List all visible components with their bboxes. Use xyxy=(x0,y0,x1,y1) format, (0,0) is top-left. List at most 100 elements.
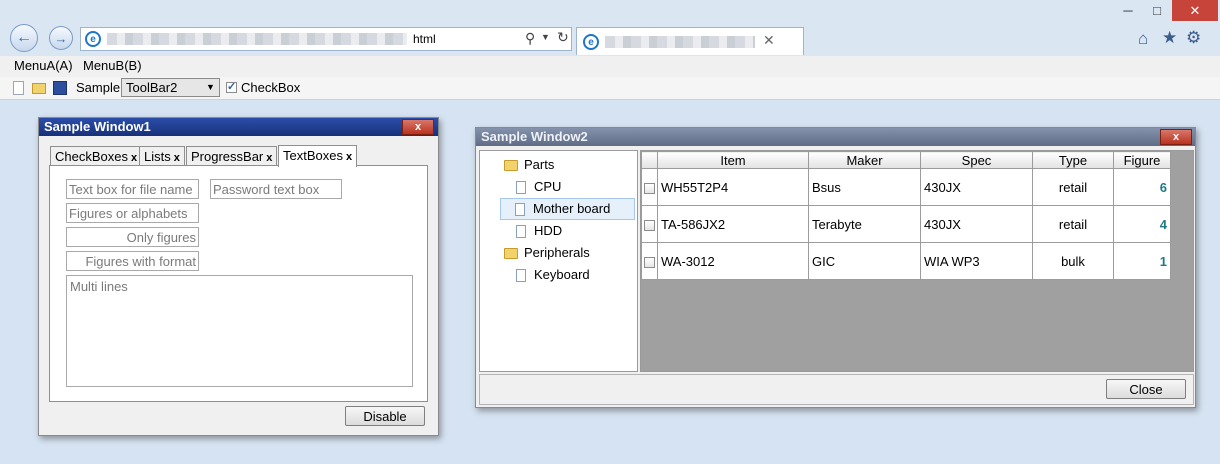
cell-figure[interactable]: 4 xyxy=(1113,205,1171,243)
document-icon xyxy=(516,180,526,194)
folder-icon xyxy=(504,247,518,259)
grid-header-maker[interactable]: Maker xyxy=(808,151,921,169)
document-icon xyxy=(515,202,525,216)
cell-type[interactable]: retail xyxy=(1032,205,1114,243)
formatted-figures-input[interactable] xyxy=(66,251,199,271)
close-button-label: Close xyxy=(1129,381,1163,397)
cell-figure[interactable]: 1 xyxy=(1113,242,1171,280)
grid-header-type[interactable]: Type xyxy=(1032,151,1114,169)
search-icon[interactable]: ⚲ xyxy=(525,30,535,47)
grid-header-figure[interactable]: Figure xyxy=(1113,151,1171,169)
password-input[interactable] xyxy=(210,179,342,199)
cell-figure[interactable]: 6 xyxy=(1113,168,1171,206)
forward-arrow-icon[interactable]: → xyxy=(49,26,73,50)
menu-a[interactable]: MenuA(A) xyxy=(14,58,73,73)
folder-icon xyxy=(504,159,518,171)
row-checkbox[interactable] xyxy=(644,256,655,268)
close-button[interactable]: Close xyxy=(1106,379,1186,399)
cell-item[interactable]: WA-3012 xyxy=(657,242,809,280)
window2-footer: Close xyxy=(479,374,1194,405)
tree-item-label: Mother board xyxy=(533,201,611,216)
row-checkbox[interactable] xyxy=(644,219,655,231)
address-bar[interactable]: e html ⚲ ▼ ↻ xyxy=(80,27,572,51)
cell-item[interactable]: WH55T2P4 xyxy=(657,168,809,206)
disable-button-label: Disable xyxy=(363,408,407,424)
toolbar-combo[interactable]: ToolBar2 ▼ xyxy=(121,78,220,97)
table-row[interactable]: TA-586JX2 Terabyte 430JX retail 4 xyxy=(641,205,1171,243)
grid-header-row: Item Maker Spec Type Figure xyxy=(641,151,1171,169)
file-name-input[interactable] xyxy=(66,179,199,199)
toolbar-checkbox[interactable]: ✓ xyxy=(226,81,237,93)
dropdown-chevron-icon[interactable]: ▼ xyxy=(541,32,550,42)
cell-type[interactable]: retail xyxy=(1032,168,1114,206)
tab-close-icon[interactable]: x xyxy=(174,152,180,164)
disable-button[interactable]: Disable xyxy=(345,406,425,426)
back-arrow-icon[interactable]: ← xyxy=(10,24,38,52)
close-glyph: ✕ xyxy=(1189,2,1201,18)
parts-data-grid: Item Maker Spec Type Figure WH55T2P4 Bsus… xyxy=(640,150,1194,372)
table-row[interactable]: WH55T2P4 Bsus 430JX retail 6 xyxy=(641,168,1171,206)
browser-chrome: ← → e html ⚲ ▼ ↻ e ✕ ─ □ ✕ ⌂ ★ ⚙ xyxy=(0,0,1220,57)
grid-header-item[interactable]: Item xyxy=(657,151,809,169)
window1-titlebar[interactable]: Sample Window1 xyxy=(39,118,438,136)
cell-maker[interactable]: GIC xyxy=(808,242,921,280)
favorites-star-icon[interactable]: ★ xyxy=(1162,28,1177,48)
tab-textboxes[interactable]: TextBoxes x xyxy=(278,145,358,167)
window-close-icon[interactable]: ✕ xyxy=(1172,0,1218,21)
tree-item[interactable]: CPU xyxy=(480,176,637,198)
alphanumeric-input[interactable] xyxy=(66,203,199,223)
browser-tab[interactable]: e ✕ xyxy=(576,27,804,55)
tab-close-icon[interactable]: x xyxy=(266,152,272,164)
refresh-icon[interactable]: ↻ xyxy=(557,29,569,46)
window2-titlebar[interactable]: Sample Window2 xyxy=(476,128,1195,146)
tree-item-label: Peripherals xyxy=(524,245,590,260)
cell-spec[interactable]: WIA WP3 xyxy=(920,242,1033,280)
window2-close-icon[interactable]: x xyxy=(1160,129,1192,145)
combo-chevron-down-icon[interactable]: ▼ xyxy=(206,82,215,92)
table-row[interactable]: WA-3012 GIC WIA WP3 bulk 1 xyxy=(641,242,1171,280)
cell-type[interactable]: bulk xyxy=(1032,242,1114,280)
settings-gear-icon[interactable]: ⚙ xyxy=(1186,28,1201,48)
tree-item[interactable]: HDD xyxy=(480,220,637,242)
new-file-icon[interactable] xyxy=(13,81,24,95)
grid-header-spec[interactable]: Spec xyxy=(920,151,1033,169)
document-icon xyxy=(516,268,526,282)
tree-item-label: Keyboard xyxy=(534,267,590,282)
maximize-icon[interactable]: □ xyxy=(1143,0,1171,21)
cell-maker[interactable]: Terabyte xyxy=(808,205,921,243)
open-folder-icon[interactable] xyxy=(32,83,46,94)
tree-item[interactable]: Keyboard xyxy=(480,264,637,286)
window2-title: Sample Window2 xyxy=(481,129,588,144)
cell-spec[interactable]: 430JX xyxy=(920,205,1033,243)
tab-close-icon[interactable]: ✕ xyxy=(763,32,775,49)
tab-close-icon[interactable]: x xyxy=(346,151,352,163)
window1-close-glyph: x xyxy=(414,121,422,133)
only-figures-input[interactable] xyxy=(66,227,199,247)
menu-b[interactable]: MenuB(B) xyxy=(83,58,142,73)
address-text: html xyxy=(413,32,436,46)
row-checkbox[interactable] xyxy=(644,182,655,194)
tree-item[interactable]: Peripherals xyxy=(480,242,637,264)
multiline-textarea[interactable] xyxy=(66,275,413,387)
toolbar: Sample ToolBar2 ▼ ✓ CheckBox xyxy=(0,77,1220,100)
grid-body: WH55T2P4 Bsus 430JX retail 6 TA-586JX2 Terabyt… xyxy=(641,168,1171,280)
tab-progressbar[interactable]: ProgressBar x xyxy=(186,146,278,166)
cell-maker[interactable]: Bsus xyxy=(808,168,921,206)
tab-checkboxes[interactable]: CheckBoxes x xyxy=(50,146,143,166)
row-select-cell xyxy=(641,168,658,206)
tree-item[interactable]: Mother board xyxy=(500,198,635,220)
cell-spec[interactable]: 430JX xyxy=(920,168,1033,206)
home-icon[interactable]: ⌂ xyxy=(1138,29,1148,49)
minimize-glyph: ─ xyxy=(1123,3,1133,18)
check-mark-icon: ✓ xyxy=(227,81,237,93)
tree-item-label: CPU xyxy=(534,179,562,194)
tab-lists[interactable]: Lists x xyxy=(139,146,185,166)
tree-item[interactable]: Parts xyxy=(480,154,637,176)
minimize-icon[interactable]: ─ xyxy=(1114,0,1142,21)
save-disk-icon[interactable] xyxy=(53,81,67,95)
row-select-cell xyxy=(641,242,658,280)
window1-close-icon[interactable]: x xyxy=(402,119,434,135)
tab-label: Lists xyxy=(144,149,171,164)
tab-close-icon[interactable]: x xyxy=(131,152,137,164)
cell-item[interactable]: TA-586JX2 xyxy=(657,205,809,243)
